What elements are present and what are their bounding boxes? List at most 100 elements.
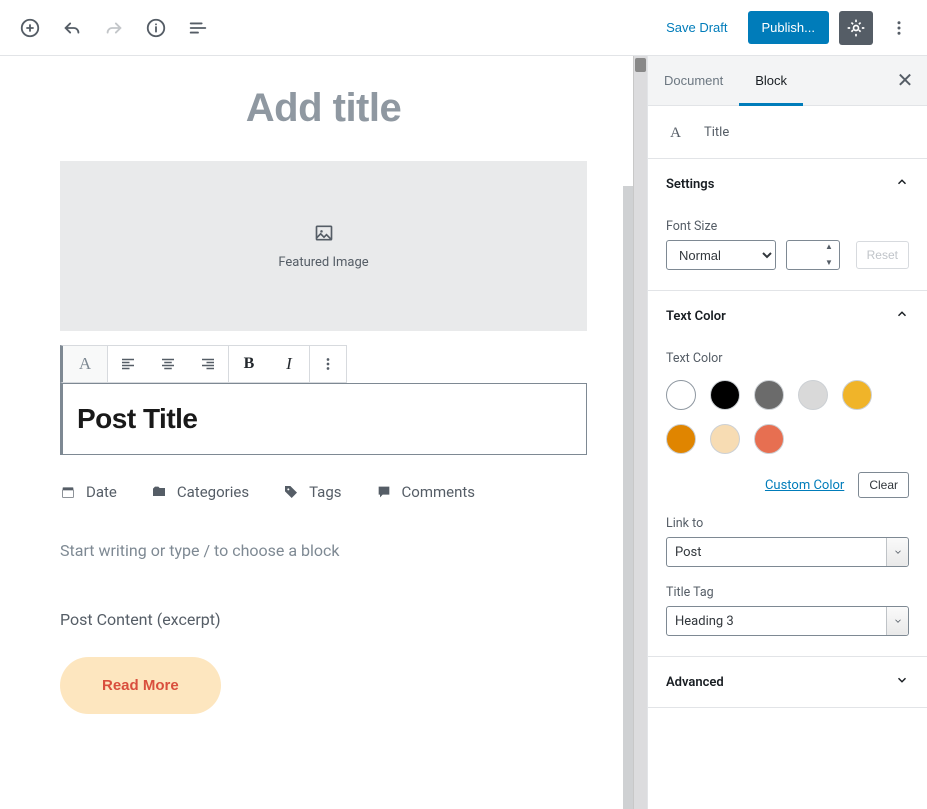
undo-button[interactable] [54,10,90,46]
panel-text-color-header[interactable]: Text Color [648,291,927,341]
panel-text-color-body: Text Color Custom Color Clear Link to Po… [648,341,927,657]
meta-tags: Tags [283,483,341,501]
link-to-value: Post [675,545,702,560]
font-size-numeric-input[interactable]: ▲▼ [786,240,840,270]
close-icon: ✕ [897,70,914,92]
gear-icon [846,18,866,38]
chevron-up-icon [895,307,909,325]
color-swatch[interactable] [666,380,696,410]
meta-date: Date [60,483,117,501]
block-type-button[interactable]: A [63,346,107,382]
info-button[interactable] [138,10,174,46]
meta-comments: Comments [376,483,476,501]
close-sidebar-button[interactable]: ✕ [883,56,927,105]
post-title-text: Post Title [77,403,198,435]
align-center-button[interactable] [148,346,188,382]
block-more-button[interactable] [310,346,346,382]
clear-color-button[interactable]: Clear [858,472,909,498]
tab-document[interactable]: Document [648,56,739,105]
dots-vertical-icon [319,355,337,373]
meta-comments-label: Comments [402,483,476,501]
editor-topbar: Save Draft Publish... [0,0,927,56]
info-icon [145,17,167,39]
link-to-label: Link to [666,516,909,531]
featured-image-label: Featured Image [278,255,368,270]
align-right-button[interactable] [188,346,228,382]
font-size-label: Font Size [666,219,909,234]
italic-button[interactable]: I [269,346,309,382]
meta-categories: Categories [151,483,249,501]
post-title-input[interactable]: Add title [60,86,587,131]
scrollbar-thumb[interactable] [635,58,646,72]
custom-color-link[interactable]: Custom Color [765,478,844,493]
meta-categories-label: Categories [177,483,249,501]
plus-circle-icon [19,17,41,39]
block-placeholder[interactable]: Start writing or type / to choose a bloc… [60,513,587,588]
svg-text:A: A [670,125,681,141]
font-size-select[interactable]: Normal [666,240,776,270]
calendar-icon [60,484,76,500]
settings-toggle-button[interactable] [839,11,873,45]
read-more-button[interactable]: Read More [60,657,221,714]
panel-settings-title: Settings [666,177,714,192]
comment-icon [376,484,392,500]
title-tag-select[interactable]: Heading 3 [666,606,909,636]
number-spinner[interactable]: ▲▼ [825,243,837,267]
more-options-button[interactable] [883,10,915,46]
redo-button[interactable] [96,10,132,46]
color-swatch[interactable] [710,424,740,454]
color-actions: Custom Color Clear [666,472,909,498]
editor-body: Add title Featured Image A B I P [0,56,927,809]
align-left-button[interactable] [108,346,148,382]
chevron-up-icon [895,175,909,193]
panel-text-color-title: Text Color [666,309,726,324]
color-swatch[interactable] [710,380,740,410]
tab-block[interactable]: Block [739,56,803,105]
align-right-icon [199,355,217,373]
outline-button[interactable] [180,10,216,46]
settings-sidebar: Document Block ✕ A Title Settings Font S… [647,56,927,809]
title-tag-label: Title Tag [666,585,909,600]
editor-canvas: Add title Featured Image A B I P [0,56,647,809]
add-block-button[interactable] [12,10,48,46]
color-swatch[interactable] [666,424,696,454]
excerpt-label: Post Content (excerpt) [60,588,587,657]
post-title-field[interactable]: Post Title [60,383,587,455]
color-swatches [666,372,909,454]
panel-settings-body: Font Size Normal ▲▼ Reset [648,209,927,291]
redo-icon [103,17,125,39]
font-size-row: Normal ▲▼ Reset [666,240,909,270]
meta-tags-label: Tags [309,483,341,501]
color-swatch[interactable] [754,424,784,454]
type-a-icon: A [79,354,91,374]
featured-image-placeholder[interactable]: Featured Image [60,161,587,331]
publish-button[interactable]: Publish... [748,11,829,44]
color-swatch[interactable] [798,380,828,410]
folder-icon [151,484,167,500]
panel-advanced-header[interactable]: Advanced [648,657,927,708]
meta-date-label: Date [86,483,117,501]
type-a-icon: A [666,122,686,142]
undo-icon [61,17,83,39]
color-swatch[interactable] [754,380,784,410]
list-icon [187,17,209,39]
canvas-right-edge [623,186,633,809]
chevron-down-icon [895,673,909,691]
title-tag-value: Heading 3 [675,614,734,629]
text-color-label: Text Color [666,351,909,366]
tag-icon [283,484,299,500]
save-draft-button[interactable]: Save Draft [656,12,737,43]
canvas-wrapper: Add title Featured Image A B I P [0,56,647,809]
topbar-left [12,10,216,46]
sidebar-tabs: Document Block ✕ [648,56,927,106]
dots-vertical-icon [890,19,908,37]
canvas-scrollbar[interactable] [633,56,647,809]
post-meta-row: Date Categories Tags Comments [60,455,587,513]
color-swatch[interactable] [842,380,872,410]
block-type-header: A Title [648,106,927,159]
bold-button[interactable]: B [229,346,269,382]
image-icon [314,223,334,243]
reset-font-size-button[interactable]: Reset [856,241,909,269]
link-to-select[interactable]: Post [666,537,909,567]
panel-settings-header[interactable]: Settings [648,159,927,209]
